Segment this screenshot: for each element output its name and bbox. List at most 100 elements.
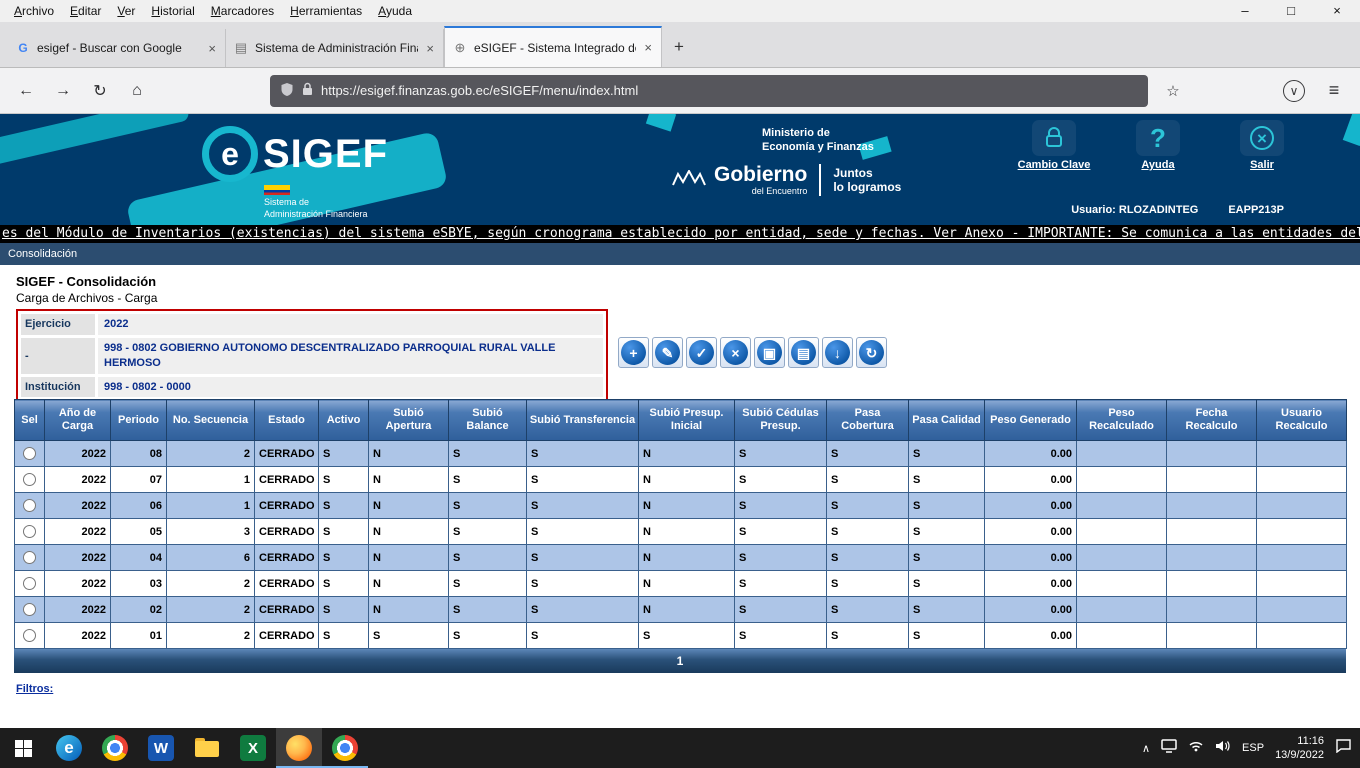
tab-close-icon[interactable]: × <box>642 40 654 55</box>
cell <box>1257 467 1347 493</box>
menu-item-herramientas[interactable]: Herramientas <box>282 0 370 22</box>
browser-tab[interactable]: Gesigef - Buscar con Google× <box>8 29 226 67</box>
home-icon[interactable]: ⌂ <box>121 75 153 107</box>
menu-item-historial[interactable]: Historial <box>143 0 202 22</box>
menu-item-ver[interactable]: Ver <box>109 0 143 22</box>
create-button[interactable]: + <box>618 337 649 368</box>
approve-button[interactable]: ✓ <box>686 337 717 368</box>
padlock-icon <box>1032 120 1076 156</box>
row-select-radio[interactable] <box>23 473 36 486</box>
action-center-icon[interactable] <box>1335 738 1352 758</box>
url-text[interactable]: https://esigef.finanzas.gob.ec/eSIGEF/me… <box>321 83 1138 98</box>
menu-item-archivo[interactable]: Archivo <box>6 0 62 22</box>
browser-tab[interactable]: ▤Sistema de Administración Financie× <box>226 29 444 67</box>
volume-icon[interactable] <box>1215 739 1231 757</box>
cell <box>1077 571 1167 597</box>
column-header: Periodo <box>111 400 167 441</box>
taskbar-chrome-2-button[interactable] <box>322 728 368 768</box>
filters-link[interactable]: Filtros: <box>16 683 53 695</box>
taskbar-explorer-button[interactable] <box>184 728 230 768</box>
cell: S <box>909 571 985 597</box>
minimize-icon[interactable]: – <box>1222 0 1268 22</box>
cambio-clave-button[interactable]: Cambio Clave <box>1014 120 1094 171</box>
cell: 1 <box>167 467 255 493</box>
cell: N <box>369 519 449 545</box>
row-select-radio[interactable] <box>23 551 36 564</box>
cell: S <box>319 545 369 571</box>
cell <box>1167 441 1257 467</box>
cell <box>1257 597 1347 623</box>
network-icon[interactable] <box>1188 739 1204 757</box>
explorer-icon <box>194 735 220 761</box>
row-select-radio[interactable] <box>23 577 36 590</box>
table-row: 2022022CERRADOSNSSNSSS0.00 <box>15 597 1347 623</box>
row-select-radio[interactable] <box>23 629 36 642</box>
column-header: Subió Cédulas Presup. <box>735 400 827 441</box>
select-cell <box>15 571 45 597</box>
display-icon[interactable] <box>1161 739 1177 758</box>
bookmark-star-icon[interactable]: ☆ <box>1157 75 1189 107</box>
url-bar[interactable]: https://esigef.finanzas.gob.ec/eSIGEF/me… <box>270 75 1148 107</box>
start-button[interactable] <box>0 728 46 768</box>
select-cell <box>15 441 45 467</box>
ayuda-button[interactable]: ? Ayuda <box>1118 120 1198 171</box>
windows-logo-icon <box>15 740 32 757</box>
news-ticker[interactable]: es del Módulo de Inventarios (existencia… <box>0 225 1360 243</box>
reload-icon[interactable]: ↻ <box>84 75 116 107</box>
forward-icon[interactable]: → <box>47 75 79 107</box>
row-select-radio[interactable] <box>23 525 36 538</box>
cell <box>1077 467 1167 493</box>
row-select-radio[interactable] <box>23 603 36 616</box>
cell: S <box>449 519 527 545</box>
cell: S <box>735 597 827 623</box>
row-select-radio[interactable] <box>23 499 36 512</box>
new-tab-button[interactable]: + <box>664 30 694 64</box>
taskbar-edge-button[interactable]: e <box>46 728 92 768</box>
cell: 0.00 <box>985 441 1077 467</box>
table-row: 2022082CERRADOSNSSNSSS0.00 <box>15 441 1347 467</box>
taskbar-clock[interactable]: 11:16 13/9/2022 <box>1275 734 1324 763</box>
form-label: Institución <box>21 377 95 398</box>
menu-item-marcadores[interactable]: Marcadores <box>203 0 282 22</box>
back-icon[interactable]: ← <box>10 75 42 107</box>
copy-button[interactable]: ▣ <box>754 337 785 368</box>
download-button[interactable]: ↓ <box>822 337 853 368</box>
language-indicator[interactable]: ESP <box>1242 742 1264 754</box>
refresh-button[interactable]: ↻ <box>856 337 887 368</box>
taskbar-chrome-button[interactable] <box>92 728 138 768</box>
invalidate-button[interactable]: × <box>720 337 751 368</box>
close-icon[interactable]: × <box>1314 0 1360 22</box>
column-header: Activo <box>319 400 369 441</box>
menu-hamburger-icon[interactable]: ≡ <box>1318 75 1350 107</box>
gov-name: Gobierno <box>714 164 807 185</box>
cell: S <box>639 623 735 649</box>
row-select-radio[interactable] <box>23 447 36 460</box>
tab-close-icon[interactable]: × <box>206 41 218 56</box>
browser-tab[interactable]: ⊕eSIGEF - Sistema Integrado de Gesti× <box>444 26 662 67</box>
save-button[interactable]: ✎ <box>652 337 683 368</box>
logo-text: SIGEF <box>263 134 388 174</box>
taskbar-firefox-button[interactable] <box>276 728 322 768</box>
menu-item-ayuda[interactable]: Ayuda <box>370 0 420 22</box>
tab-close-icon[interactable]: × <box>424 41 436 56</box>
maximize-icon[interactable]: □ <box>1268 0 1314 22</box>
hidden-icons-chevron[interactable]: ∧ <box>1142 742 1150 755</box>
cell: S <box>735 519 827 545</box>
salir-button[interactable]: × Salir <box>1222 120 1302 171</box>
print-button[interactable]: ▤ <box>788 337 819 368</box>
cell: S <box>527 441 639 467</box>
cell: S <box>319 597 369 623</box>
page-number[interactable]: 1 <box>677 654 684 668</box>
excel-icon: X <box>240 735 266 761</box>
taskbar-excel-button[interactable]: X <box>230 728 276 768</box>
taskbar-apps: eWX <box>46 728 368 768</box>
window-menu-bar: ArchivoEditarVerHistorialMarcadoresHerra… <box>0 0 1360 22</box>
cell: S <box>449 623 527 649</box>
column-header: Subió Apertura <box>369 400 449 441</box>
menu-item-editar[interactable]: Editar <box>62 0 109 22</box>
page-subtitle: Carga de Archivos - Carga <box>16 291 157 305</box>
pocket-icon[interactable]: ∨ <box>1283 80 1305 102</box>
cell: S <box>449 597 527 623</box>
taskbar-word-button[interactable]: W <box>138 728 184 768</box>
shield-icon[interactable] <box>280 82 294 100</box>
